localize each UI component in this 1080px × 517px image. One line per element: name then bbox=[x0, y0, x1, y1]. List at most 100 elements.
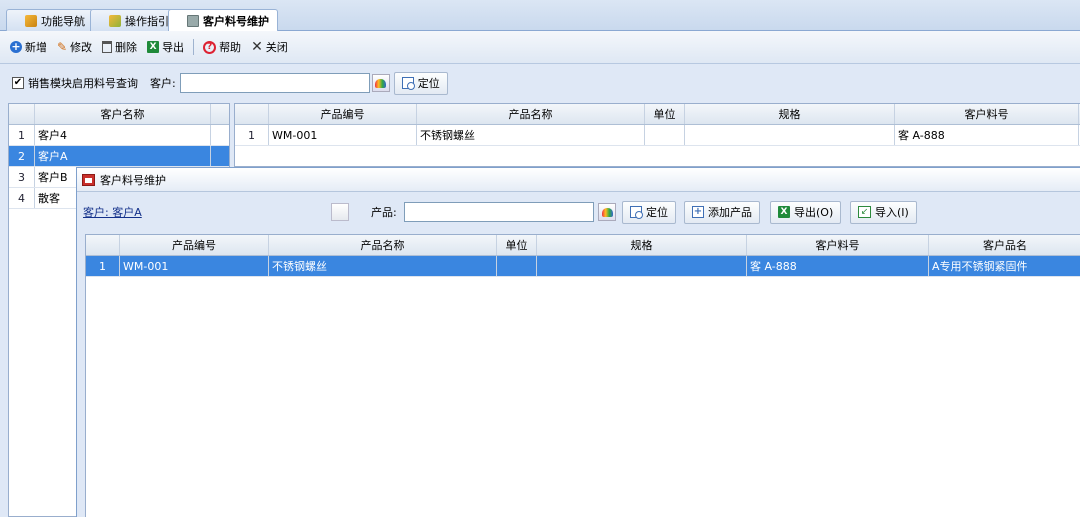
add-button[interactable]: + 新增 bbox=[6, 36, 51, 58]
main-toolbar: + 新增 ✎ 修改 删除 X 导出 ? 帮助 ✕ 关闭 bbox=[0, 31, 1080, 64]
dialog-title-bar[interactable]: 客户料号维护 bbox=[77, 168, 1080, 192]
product-code-cell: WM-001 bbox=[120, 256, 269, 276]
product-grid: 产品编号 产品名称 单位 规格 客户料号 1 WM-001 不锈钢螺丝 客 A-… bbox=[234, 103, 1080, 167]
customer-part-no-header[interactable]: 客户料号 bbox=[895, 104, 1079, 124]
clear-icon[interactable] bbox=[331, 203, 349, 221]
add-product-button[interactable]: + 添加产品 bbox=[684, 200, 760, 224]
product-grid-header: 产品编号 产品名称 单位 规格 客户料号 bbox=[235, 104, 1080, 125]
row-number: 1 bbox=[86, 256, 120, 276]
edit-button[interactable]: ✎ 修改 bbox=[53, 36, 96, 58]
row-number: 1 bbox=[9, 125, 35, 145]
customer-picker-button[interactable] bbox=[371, 74, 390, 92]
navigation-icon bbox=[25, 14, 37, 27]
add-product-label: 添加产品 bbox=[708, 206, 752, 219]
tab-strip: 功能导航 操作指引 客户料号维护 bbox=[0, 0, 1080, 32]
product-picker-button[interactable] bbox=[598, 203, 616, 221]
spec-header[interactable]: 规格 bbox=[685, 104, 895, 124]
customer-part-no-cell: 客 A-888 bbox=[747, 256, 929, 276]
import-button[interactable]: ↙ 导入(I) bbox=[850, 200, 917, 224]
product-input[interactable] bbox=[404, 202, 594, 222]
locate-icon bbox=[401, 77, 415, 90]
unit-header[interactable]: 单位 bbox=[645, 104, 685, 124]
locate-button[interactable]: 定位 bbox=[393, 71, 448, 95]
import-icon: ↙ bbox=[858, 206, 871, 218]
tab-label: 操作指引 bbox=[125, 14, 169, 28]
tab-customer-part-maintenance[interactable]: 客户料号维护 bbox=[168, 9, 278, 32]
product-code-header[interactable]: 产品编号 bbox=[120, 235, 269, 255]
spec-cell bbox=[685, 125, 895, 145]
help-icon: ? bbox=[203, 40, 217, 54]
dialog-export-button[interactable]: X 导出(O) bbox=[770, 200, 842, 224]
close-button-label: 关闭 bbox=[265, 41, 288, 54]
row-number: 4 bbox=[9, 188, 35, 208]
row-number: 3 bbox=[9, 167, 35, 187]
unit-cell bbox=[645, 125, 685, 145]
edit-button-label: 修改 bbox=[70, 41, 93, 54]
help-button[interactable]: ? 帮助 bbox=[199, 36, 245, 58]
guide-icon bbox=[109, 14, 121, 27]
excel-icon: X bbox=[147, 41, 160, 53]
toolbar-separator bbox=[193, 39, 195, 55]
locate-icon bbox=[630, 206, 643, 219]
customer-input[interactable] bbox=[179, 73, 370, 93]
table-row-selected[interactable]: 2 客户A bbox=[9, 146, 229, 167]
dialog-export-label: 导出(O) bbox=[794, 206, 834, 219]
trash-icon bbox=[102, 41, 113, 53]
tab-function-nav[interactable]: 功能导航 bbox=[6, 9, 94, 31]
dialog-toolbar: 客户: 客户A 产品: 定位 + 添加产品 X 导出(O) ↙ 导入(I) bbox=[77, 193, 1080, 231]
window-icon bbox=[82, 173, 95, 186]
product-code-header[interactable]: 产品编号 bbox=[269, 104, 417, 124]
customer-name-cell: 客户A bbox=[35, 146, 211, 166]
product-name-header[interactable]: 产品名称 bbox=[269, 235, 497, 255]
picker-icon bbox=[375, 78, 387, 88]
unit-cell bbox=[497, 256, 537, 276]
add-button-label: 新增 bbox=[25, 41, 47, 54]
customer-label: 客户: bbox=[150, 77, 176, 90]
tab-operation-guide[interactable]: 操作指引 bbox=[90, 9, 178, 31]
product-name-cell: 不锈钢螺丝 bbox=[417, 125, 645, 145]
close-button[interactable]: ✕ 关闭 bbox=[247, 36, 292, 58]
row-number: 1 bbox=[235, 125, 269, 145]
sales-module-checkbox[interactable]: ✔ bbox=[12, 77, 24, 89]
table-row-selected[interactable]: 1 WM-001 不锈钢螺丝 客 A-888 A专用不锈钢紧固件 bbox=[86, 256, 1080, 277]
printer-icon bbox=[187, 15, 199, 27]
dialog-locate-label: 定位 bbox=[646, 206, 668, 219]
export-button[interactable]: X 导出 bbox=[143, 36, 188, 58]
header-spacer bbox=[211, 104, 229, 124]
plus-circle-icon: + bbox=[10, 40, 22, 53]
row-number: 2 bbox=[9, 146, 35, 166]
pencil-icon: ✎ bbox=[57, 40, 68, 54]
product-label: 产品: bbox=[371, 206, 397, 219]
export-button-label: 导出 bbox=[162, 41, 185, 54]
tab-label: 功能导航 bbox=[41, 14, 85, 28]
customer-part-no-header[interactable]: 客户料号 bbox=[747, 235, 929, 255]
import-label: 导入(I) bbox=[875, 206, 909, 219]
excel-icon: X bbox=[778, 206, 790, 218]
dialog-locate-button[interactable]: 定位 bbox=[622, 200, 676, 224]
table-row[interactable]: 1 客户4 bbox=[9, 125, 229, 146]
customer-name-header[interactable]: 客户名称 bbox=[35, 104, 211, 124]
row-number-header bbox=[86, 235, 120, 255]
spec-header[interactable]: 规格 bbox=[537, 235, 747, 255]
add-product-icon: + bbox=[692, 206, 704, 218]
customer-part-dialog: 客户料号维护 客户: 客户A 产品: 定位 + 添加产品 X 导出(O) ↙ 导… bbox=[76, 167, 1080, 517]
unit-header[interactable]: 单位 bbox=[497, 235, 537, 255]
product-name-cell: 不锈钢螺丝 bbox=[269, 256, 497, 276]
customer-link[interactable]: 客户: 客户A bbox=[83, 204, 142, 220]
product-name-header[interactable]: 产品名称 bbox=[417, 104, 645, 124]
row-number-header bbox=[9, 104, 35, 124]
picker-icon bbox=[601, 207, 613, 217]
customer-name-cell: 客户4 bbox=[35, 125, 211, 145]
table-row[interactable]: 1 WM-001 不锈钢螺丝 客 A-888 bbox=[235, 125, 1080, 146]
delete-button[interactable]: 删除 bbox=[98, 36, 141, 58]
row-number-header bbox=[235, 104, 269, 124]
product-code-cell: WM-001 bbox=[269, 125, 417, 145]
customer-part-no-cell: 客 A-888 bbox=[895, 125, 1079, 145]
dialog-title: 客户料号维护 bbox=[100, 173, 166, 187]
spec-cell bbox=[537, 256, 747, 276]
close-icon: ✕ bbox=[251, 39, 263, 55]
customer-product-name-header[interactable]: 客户品名 bbox=[929, 235, 1080, 255]
sales-module-checkbox-label: 销售模块启用料号查询 bbox=[28, 77, 138, 90]
customer-product-name-cell: A专用不锈钢紧固件 bbox=[932, 260, 1028, 273]
customer-grid-header: 客户名称 bbox=[9, 104, 229, 125]
